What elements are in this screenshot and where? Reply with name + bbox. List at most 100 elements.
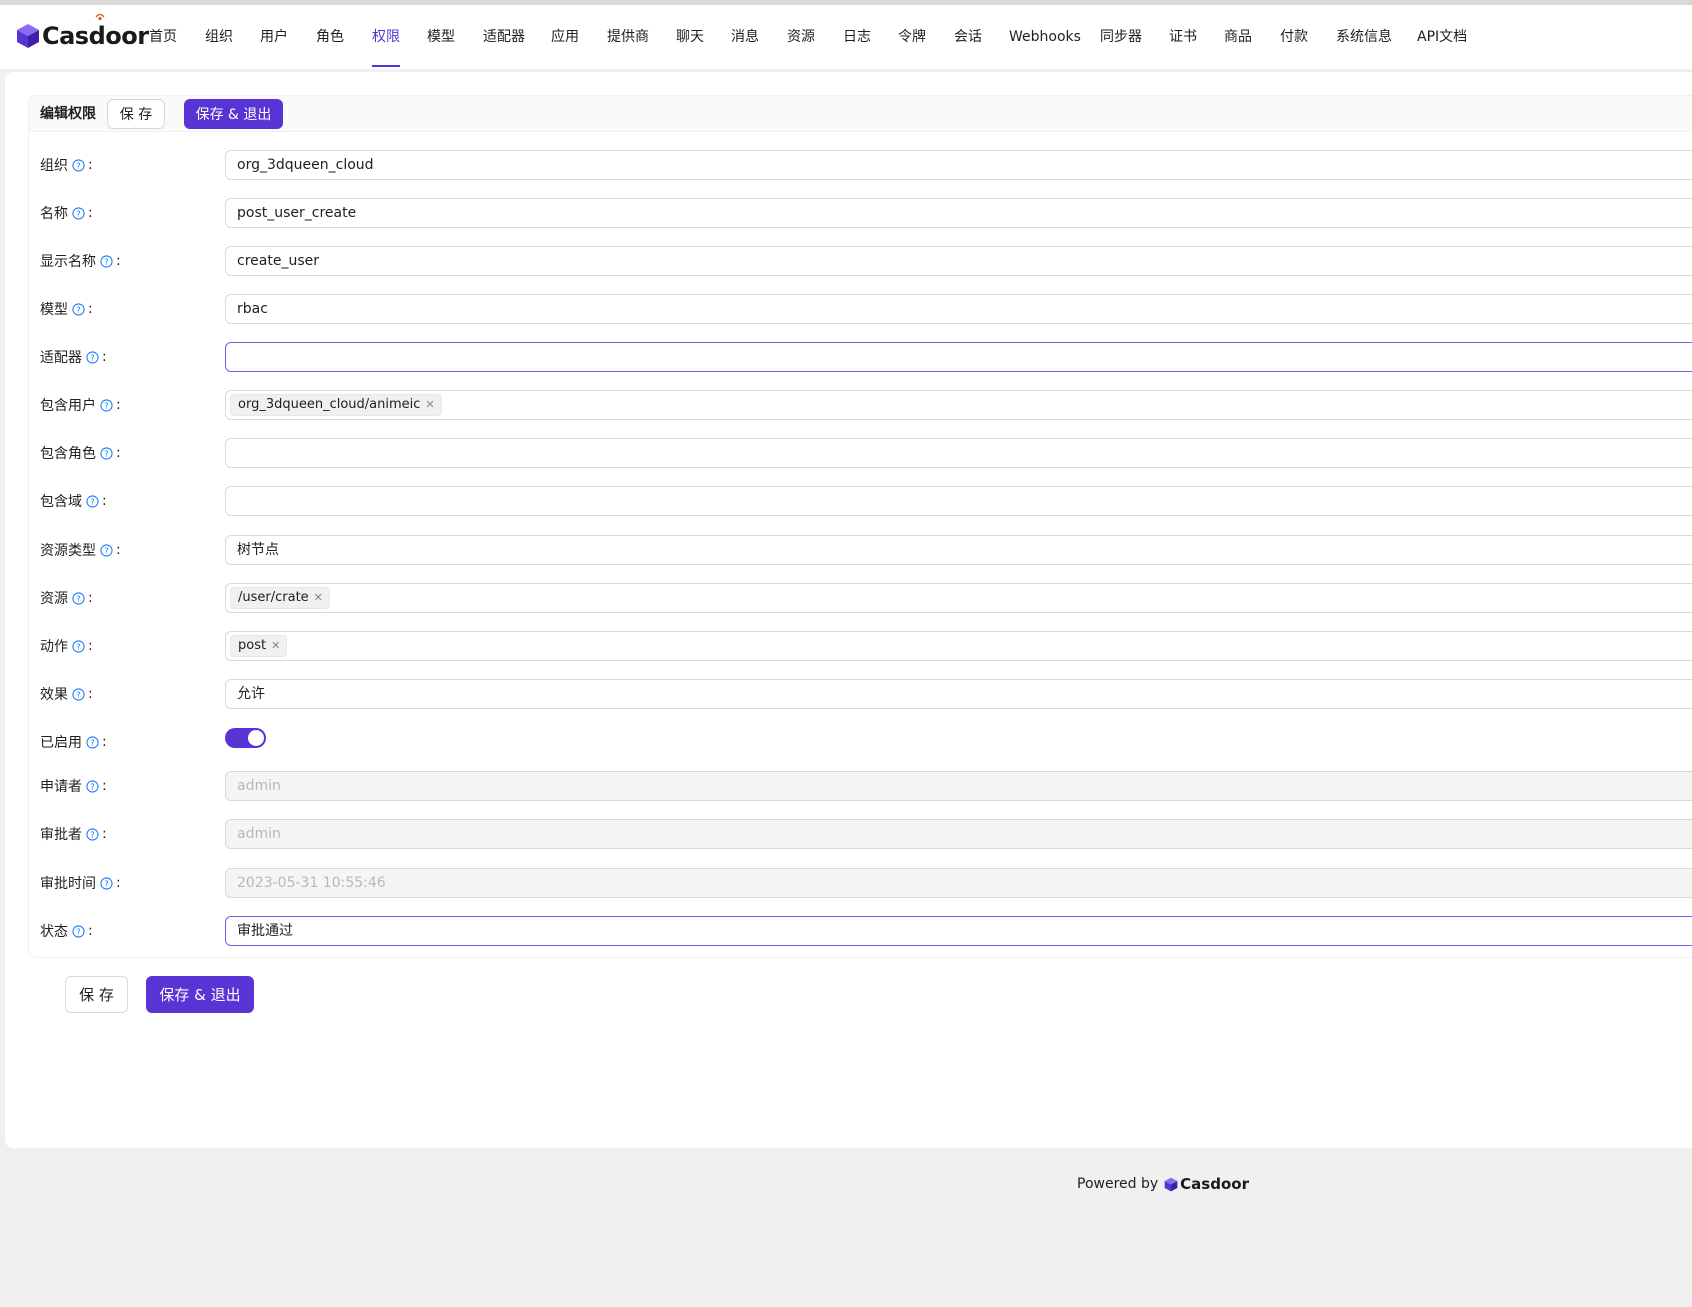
nav-api-docs[interactable]: API文档 [1417, 5, 1467, 69]
nav-models[interactable]: 模型 [427, 5, 455, 69]
nav-products[interactable]: 商品 [1224, 5, 1252, 69]
nav-resources[interactable]: 资源 [787, 5, 815, 69]
footer: Powered by Casdoor [1077, 1175, 1249, 1193]
actions-multiselect[interactable]: post ✕ [225, 631, 1692, 661]
svg-text:?: ? [104, 878, 108, 888]
label-state: 状态 ? : [40, 923, 93, 940]
question-circle-icon[interactable]: ? [86, 350, 99, 364]
question-circle-icon[interactable]: ? [100, 446, 113, 460]
resources-multiselect[interactable]: /user/crate ✕ [225, 583, 1692, 613]
question-circle-icon[interactable]: ? [86, 494, 99, 508]
nav-home[interactable]: 首页 [149, 5, 177, 69]
label-text: 模型 [40, 302, 68, 318]
nav-syncers[interactable]: 同步器 [1100, 5, 1142, 69]
label-text: 已启用 [40, 735, 82, 751]
nav-sysinfo[interactable]: 系统信息 [1336, 5, 1392, 69]
save-button[interactable]: 保 存 [107, 99, 165, 129]
question-circle-icon[interactable]: ? [72, 591, 85, 605]
nav-applications[interactable]: 应用 [551, 5, 579, 69]
form-header: 编辑权限 保 存 保存 & 退出 [29, 96, 1692, 132]
adapter-select[interactable] [225, 342, 1692, 372]
nav-sessions[interactable]: 会话 [954, 5, 982, 69]
name-input[interactable]: post_user_create [225, 198, 1692, 228]
svg-text:?: ? [76, 304, 80, 314]
bottom-save-exit-button[interactable]: 保存 & 退出 [146, 976, 254, 1013]
nav-providers[interactable]: 提供商 [607, 5, 649, 69]
question-circle-icon[interactable]: ? [86, 779, 99, 793]
label-display-name: 显示名称 ? : [40, 253, 121, 270]
question-circle-icon[interactable]: ? [100, 543, 113, 557]
nav-records[interactable]: 日志 [843, 5, 871, 69]
label-text: 审批者 [40, 827, 82, 843]
question-circle-icon[interactable]: ? [72, 687, 85, 701]
nav-tokens[interactable]: 令牌 [898, 5, 926, 69]
svg-text:?: ? [104, 256, 108, 266]
label-text: 资源 [40, 591, 68, 607]
nav-certs[interactable]: 证书 [1169, 5, 1197, 69]
svg-text:?: ? [90, 781, 94, 791]
action-tag: post ✕ [230, 632, 288, 660]
question-circle-icon[interactable]: ? [72, 639, 85, 653]
close-icon[interactable]: ✕ [271, 632, 280, 660]
resource-type-select[interactable]: 树节点 [225, 535, 1692, 565]
organization-select[interactable]: org_3dqueen_cloud [225, 150, 1692, 180]
label-text: 审批时间 [40, 876, 96, 892]
svg-text:?: ? [76, 593, 80, 603]
nav-organizations[interactable]: 组织 [205, 5, 233, 69]
casdoor-cube-icon [1164, 1177, 1178, 1191]
svg-text:?: ? [104, 448, 108, 458]
label-resource-type: 资源类型 ? : [40, 542, 121, 559]
label-enabled: 已启用 ? : [40, 734, 107, 751]
label-roles: 包含角色 ? : [40, 445, 121, 462]
main-menu: 首页 组织 用户 角色 权限 模型 适配器 应用 提供商 聊天 消息 资源 日志… [0, 5, 1692, 69]
label-text: 包含角色 [40, 446, 96, 462]
label-text: 适配器 [40, 350, 82, 366]
label-text: 效果 [40, 687, 68, 703]
nav-webhooks[interactable]: Webhooks [1009, 5, 1081, 69]
question-circle-icon[interactable]: ? [72, 924, 85, 938]
nav-adapters[interactable]: 适配器 [483, 5, 525, 69]
question-circle-icon[interactable]: ? [72, 302, 85, 316]
roles-multiselect[interactable] [225, 438, 1692, 468]
question-circle-icon[interactable]: ? [72, 206, 85, 220]
save-exit-button[interactable]: 保存 & 退出 [184, 99, 283, 129]
question-circle-icon[interactable]: ? [100, 398, 113, 412]
tag-text: post [238, 638, 267, 653]
footer-logo[interactable]: Casdoor [1164, 1175, 1249, 1193]
nav-permissions[interactable]: 权限 [372, 5, 400, 69]
label-actions: 动作 ? : [40, 638, 93, 655]
users-multiselect[interactable]: org_3dqueen_cloud/animeic ✕ [225, 390, 1692, 420]
label-approve-time: 审批时间 ? : [40, 875, 121, 892]
label-domains: 包含域 ? : [40, 493, 107, 510]
display-name-input[interactable]: create_user [225, 246, 1692, 276]
svg-text:?: ? [90, 737, 94, 747]
domains-multiselect[interactable] [225, 486, 1692, 516]
effect-select[interactable]: 允许 [225, 679, 1692, 709]
approver-input: admin [225, 819, 1692, 849]
question-circle-icon[interactable]: ? [86, 735, 99, 749]
nav-payments[interactable]: 付款 [1280, 5, 1308, 69]
label-approver: 审批者 ? : [40, 826, 107, 843]
top-navbar: Casdoor 首页 组织 用户 角色 权限 模型 适配器 应用 提供商 聊天 … [0, 5, 1692, 69]
svg-text:?: ? [90, 496, 94, 506]
bottom-save-button[interactable]: 保 存 [65, 976, 128, 1013]
submitter-input: admin [225, 771, 1692, 801]
state-select[interactable]: 审批通过 [225, 916, 1692, 946]
tag-text: /user/crate [238, 590, 309, 605]
question-circle-icon[interactable]: ? [100, 876, 113, 890]
nav-chats[interactable]: 聊天 [676, 5, 704, 69]
svg-text:?: ? [90, 829, 94, 839]
close-icon[interactable]: ✕ [314, 584, 323, 612]
label-adapter: 适配器 ? : [40, 349, 107, 366]
nav-users[interactable]: 用户 [260, 5, 288, 69]
enabled-toggle[interactable] [225, 728, 266, 748]
model-select[interactable]: rbac [225, 294, 1692, 324]
question-circle-icon[interactable]: ? [86, 827, 99, 841]
nav-roles[interactable]: 角色 [316, 5, 344, 69]
nav-messages[interactable]: 消息 [731, 5, 759, 69]
svg-text:?: ? [104, 545, 108, 555]
label-text: 申请者 [40, 779, 82, 795]
question-circle-icon[interactable]: ? [100, 254, 113, 268]
question-circle-icon[interactable]: ? [72, 158, 85, 172]
close-icon[interactable]: ✕ [425, 391, 434, 419]
